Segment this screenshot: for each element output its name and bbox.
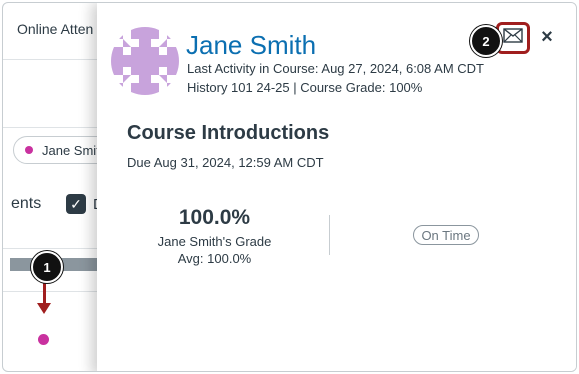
close-icon[interactable]: × — [538, 27, 556, 47]
student-avatar — [111, 27, 179, 95]
step-marker-2: 2 — [470, 25, 502, 57]
grade-average: Avg: 100.0% — [177, 251, 252, 266]
grade-label: Jane Smith's Grade — [157, 234, 272, 249]
envelope-icon — [503, 28, 523, 48]
student-context-tray: Jane Smith Last Activity in Course: Aug … — [97, 3, 576, 371]
vertical-divider — [329, 215, 330, 255]
due-date: Due Aug 31, 2024, 12:59 AM CDT — [127, 155, 324, 170]
student-filter-label: Jane Smit — [42, 142, 100, 158]
course-title-fragment: Online Atten — [17, 21, 94, 37]
grade-percent: 100.0% — [178, 206, 251, 229]
student-name-link[interactable]: Jane Smith — [186, 30, 316, 61]
student-submission-dot[interactable] — [38, 334, 49, 345]
submission-status-badge: On Time — [413, 225, 479, 245]
step-marker-1: 1 — [31, 251, 63, 283]
assignment-title: Course Introductions — [127, 122, 330, 144]
student-color-dot — [25, 146, 33, 154]
last-activity: Last Activity in Course: Aug 27, 2024, 6… — [187, 61, 484, 76]
checkbox[interactable]: ✓ — [66, 194, 86, 214]
course-grade-info: History 101 24-25 | Course Grade: 100% — [187, 80, 423, 95]
callout-arrow-line — [43, 281, 46, 305]
screenshot-frame: Online Atten Jane Smit ents ✓ D 1 — [2, 2, 577, 372]
section-label-fragment: ents — [11, 195, 42, 212]
callout-arrow-head — [37, 303, 51, 314]
